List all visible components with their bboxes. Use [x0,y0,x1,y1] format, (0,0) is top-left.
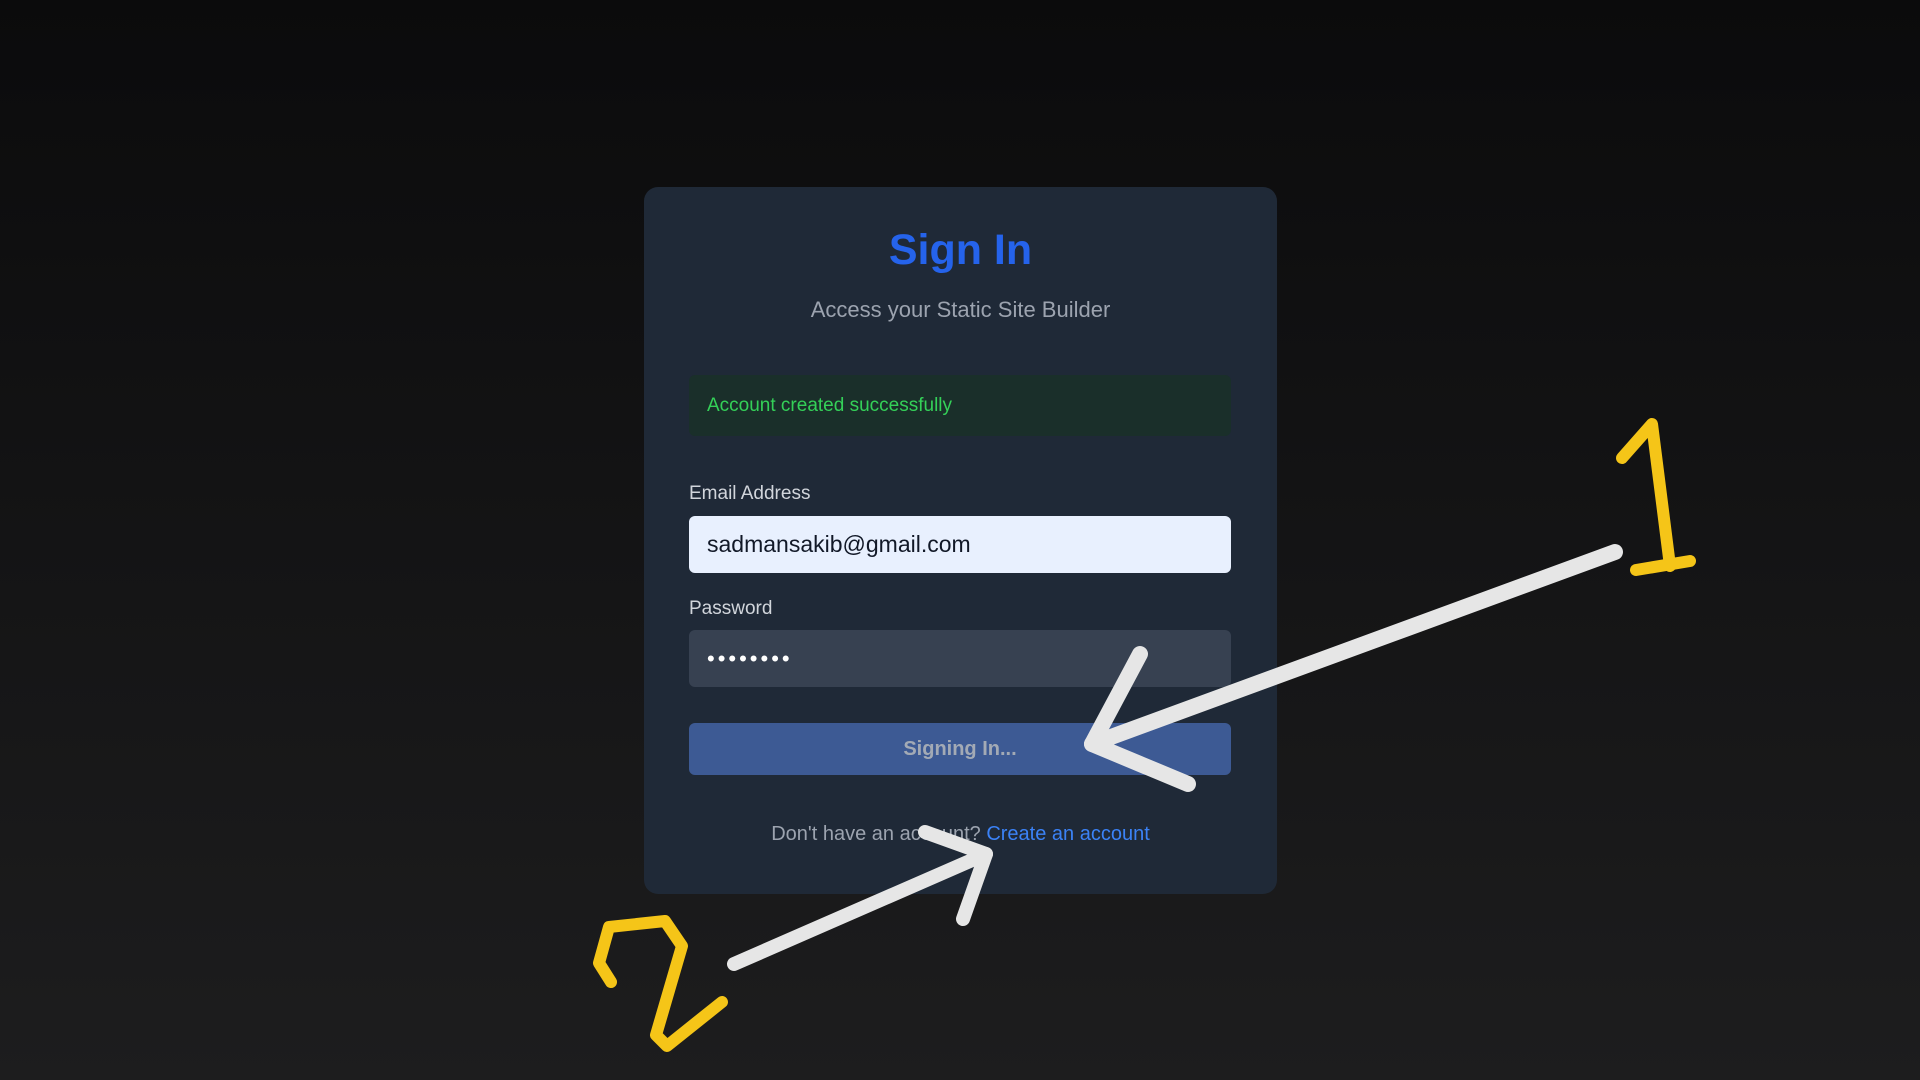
email-field[interactable] [689,516,1231,573]
password-field[interactable] [689,630,1231,687]
page-subtitle: Access your Static Site Builder [810,297,1111,322]
annotation-number-1 [1616,418,1696,576]
signin-button[interactable]: Signing In... [689,723,1231,775]
signup-prompt: Don't have an account? Create an account [644,823,1277,846]
annotation-number-2 [593,915,728,1052]
success-alert-text: Account created successfully [707,394,953,416]
signin-card: Sign In Access your Static Site Builder … [644,187,1277,894]
success-alert: Account created successfully [689,375,1231,436]
email-label: Email Address [689,483,811,504]
page-title: Sign In [888,226,1033,274]
signup-prompt-text: Don't have an account? [771,823,981,845]
create-account-link[interactable]: Create an account [986,823,1149,845]
password-label: Password [689,598,773,619]
